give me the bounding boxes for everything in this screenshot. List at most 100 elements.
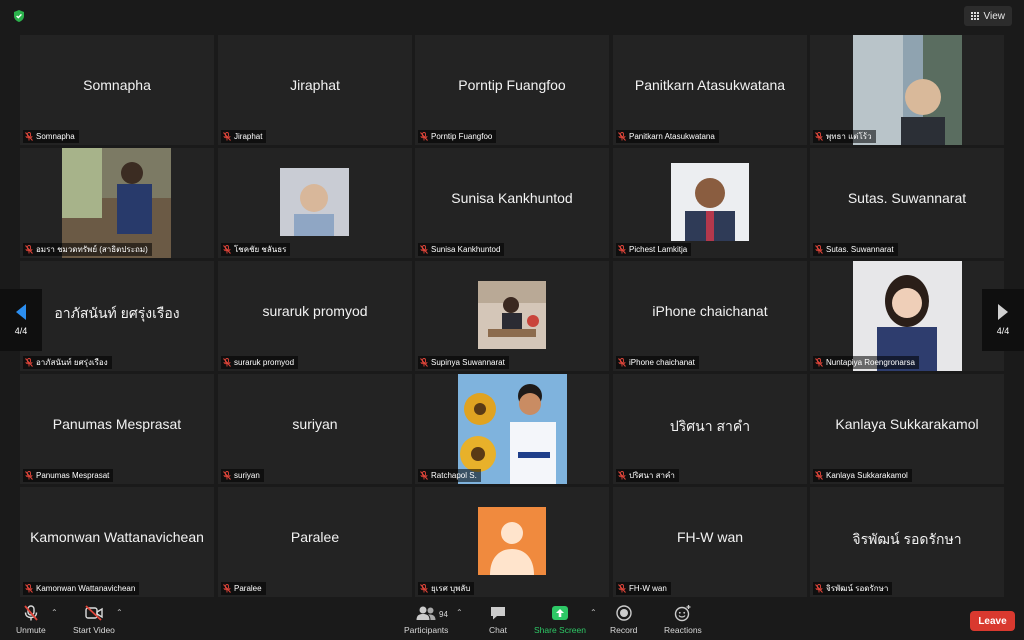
participant-tile[interactable]: suraruk promyod suraruk promyod [218, 261, 412, 371]
participant-name-large: iPhone chaichanat [652, 303, 768, 319]
participant-name: Nuntapiya Roengronarsa [826, 358, 915, 367]
participant-caption: อมรา ชมวดทรัพย์ (สาธิตประถม) [23, 243, 152, 256]
participant-video-feed [458, 374, 567, 484]
participant-name: ปริศนา สาคำ [629, 471, 675, 480]
default-avatar-icon [478, 507, 546, 575]
chat-button[interactable]: Chat [489, 604, 507, 635]
participant-caption: suraruk promyod [221, 356, 299, 369]
participant-name-large: Panumas Mesprasat [52, 416, 182, 432]
participant-name-large: suraruk promyod [262, 303, 368, 319]
participant-name-large: Jiraphat [290, 77, 340, 93]
participant-tile[interactable]: อาภัสนันท์ ยศรุ่งเรือง อาภัสนันท์ ยศรุ่งเ… [20, 261, 214, 371]
leave-button[interactable]: Leave [970, 611, 1015, 631]
participants-options-chevron-icon[interactable]: ⌃ [456, 608, 463, 617]
mic-muted-icon [25, 245, 33, 254]
participant-tile[interactable]: Sunisa Kankhuntod Sunisa Kankhuntod [415, 148, 609, 258]
participant-tile[interactable]: พุทธา แต่โร้ว [810, 35, 1004, 145]
chat-label: Chat [489, 625, 507, 635]
record-icon [616, 605, 632, 621]
mic-muted-icon [25, 584, 33, 593]
participant-name: Supinya Suwannarat [431, 358, 505, 367]
participant-caption: Porntip Fuangfoo [418, 130, 497, 143]
participant-tile[interactable]: Sutas. Suwannarat Sutas. Suwannarat [810, 148, 1004, 258]
participant-tile[interactable]: โชคชัย ชลันธร [218, 148, 412, 258]
mic-muted-icon [420, 132, 428, 141]
participant-name: จิรพัฒน์ รอดรักษา [826, 584, 889, 593]
participant-tile[interactable]: iPhone chaichanat iPhone chaichanat [613, 261, 807, 371]
participant-video-feed [280, 168, 349, 236]
participant-tile[interactable]: จิรพัฒน์ รอดรักษา จิรพัฒน์ รอดรักษา [810, 487, 1004, 597]
participant-name: พุทธา แต่โร้ว [826, 132, 872, 141]
participant-caption: Kanlaya Sukkarakamol [813, 469, 912, 482]
participant-name: FH-W wan [629, 584, 667, 593]
record-button[interactable]: Record [610, 604, 637, 635]
participant-tile[interactable]: Jiraphat Jiraphat [218, 35, 412, 145]
participant-name: Sunisa Kankhuntod [431, 245, 501, 254]
microphone-muted-icon [24, 605, 38, 621]
audio-options-chevron-icon[interactable]: ⌃ [51, 608, 58, 617]
share-screen-button[interactable]: Share Screen [534, 604, 586, 635]
participant-tile[interactable]: ปริศนา สาคำ ปริศนา สาคำ [613, 374, 807, 484]
mic-muted-icon [223, 245, 231, 254]
participant-tile[interactable]: Somnapha Somnapha [20, 35, 214, 145]
participant-caption: iPhone chaichanat [616, 356, 699, 369]
video-camera-off-icon [85, 605, 103, 621]
participant-caption: Paralee [221, 582, 266, 595]
participant-video-feed [62, 148, 171, 258]
participant-caption: โชคชัย ชลันธร [221, 243, 291, 256]
participant-name-large: Porntip Fuangfoo [458, 77, 566, 93]
participant-name-large: จิรพัฒน์ รอดรักษา [852, 531, 962, 547]
next-page-button[interactable]: 4/4 [982, 289, 1024, 351]
participant-tile[interactable]: Nuntapiya Roengronarsa [810, 261, 1004, 371]
participant-caption: Somnapha [23, 130, 79, 143]
record-label: Record [610, 625, 638, 635]
participant-name-large: ปริศนา สาคำ [669, 418, 751, 434]
participant-tile[interactable]: Kamonwan Wattanavichean Kamonwan Wattanav… [20, 487, 214, 597]
participant-tile[interactable]: Supinya Suwannarat [415, 261, 609, 371]
participant-tile[interactable]: Kanlaya Sukkarakamol Kanlaya Sukkarakamol [810, 374, 1004, 484]
mic-muted-icon [618, 584, 626, 593]
share-screen-label: Share Screen [534, 625, 586, 635]
previous-page-button[interactable]: 4/4 [0, 289, 42, 351]
participant-tile[interactable]: Pichest Lamkitja [613, 148, 807, 258]
participant-caption: Sunisa Kankhuntod [418, 243, 505, 256]
page-indicator: 4/4 [996, 326, 1010, 336]
reactions-button[interactable]: Reactions [664, 604, 702, 635]
mic-muted-icon [420, 358, 428, 367]
participants-button[interactable]: Participants [404, 604, 448, 635]
participant-name: Porntip Fuangfoo [431, 132, 493, 141]
participant-name: Somnapha [36, 132, 75, 141]
start-video-label: Start Video [73, 625, 115, 635]
participant-tile[interactable]: Porntip Fuangfoo Porntip Fuangfoo [415, 35, 609, 145]
participant-caption: Kamonwan Wattanavichean [23, 582, 140, 595]
participant-name: Ratchapol S. [431, 471, 477, 480]
chevron-right-icon [998, 304, 1008, 320]
reactions-label: Reactions [664, 625, 702, 635]
participant-video-feed [671, 163, 749, 241]
participant-tile[interactable]: Paralee Paralee [218, 487, 412, 597]
participant-caption: Jiraphat [221, 130, 267, 143]
chevron-left-icon [16, 304, 26, 320]
participant-caption: suriyan [221, 469, 264, 482]
participant-caption: จิรพัฒน์ รอดรักษา [813, 582, 893, 595]
mic-muted-icon [618, 245, 626, 254]
participant-name-large: suriyan [292, 416, 338, 432]
unmute-label: Unmute [16, 625, 46, 635]
share-options-chevron-icon[interactable]: ⌃ [590, 608, 597, 617]
unmute-button[interactable]: Unmute [16, 604, 46, 635]
mic-muted-icon [25, 471, 33, 480]
start-video-button[interactable]: Start Video [73, 604, 115, 635]
mic-muted-icon [618, 132, 626, 141]
participant-tile[interactable]: Ratchapol S. [415, 374, 609, 484]
participant-tile[interactable]: suriyan suriyan [218, 374, 412, 484]
participant-video-feed [853, 261, 962, 371]
video-options-chevron-icon[interactable]: ⌃ [116, 608, 123, 617]
participant-tile[interactable]: ยุเรศ บุพลับ [415, 487, 609, 597]
mic-muted-icon [223, 471, 231, 480]
participant-tile[interactable]: FH-W wan FH-W wan [613, 487, 807, 597]
participant-tile[interactable]: Panitkarn Atasukwatana Panitkarn Atasukwa… [613, 35, 807, 145]
participant-tile[interactable]: อมรา ชมวดทรัพย์ (สาธิตประถม) [20, 148, 214, 258]
participant-video-feed [853, 35, 962, 145]
mic-muted-icon [815, 132, 823, 141]
participant-tile[interactable]: Panumas Mesprasat Panumas Mesprasat [20, 374, 214, 484]
